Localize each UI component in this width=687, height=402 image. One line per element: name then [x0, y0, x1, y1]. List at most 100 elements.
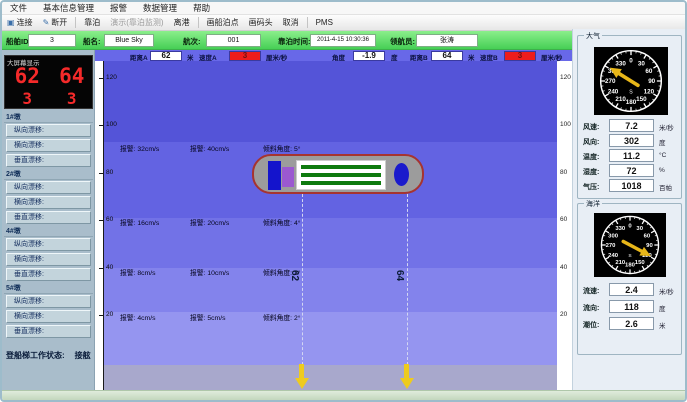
y-tick-label-right: 120 [560, 74, 572, 81]
bigscreen-display-panel: 大屏幕显示 62 64 3 3 [4, 55, 93, 109]
svg-text:210: 210 [615, 260, 626, 266]
drift-item: 横向漂移: [6, 253, 91, 266]
disconnect-icon: ✎ [43, 18, 50, 27]
pilot-field[interactable]: 张涛 [416, 34, 478, 47]
temperature-unit: °C [659, 152, 666, 159]
temperature-value: 11.2 [609, 149, 654, 162]
wind-direction-gauge: 0306090120150180210240270300330S [594, 47, 668, 115]
pilot-label: 领航员: [390, 36, 415, 47]
connect-icon: ▣ [7, 18, 15, 27]
drift-item: 垂直漂移: [6, 268, 91, 281]
dolphin-group-1-header: 1#墩 [4, 112, 93, 123]
berthing-plot: 距离A 62 米 速度A 3 厘米/秒 角度 -1.9 度 距离B 64 米 速… [95, 50, 572, 390]
svg-text:270: 270 [605, 78, 616, 85]
menu-bar: 文件 基本信息管理 报警 数据管理 帮助 [2, 2, 685, 15]
toolbar-berth-button[interactable]: 靠泊 [79, 16, 105, 29]
svg-text:330: 330 [615, 60, 626, 67]
distance-b-value: 64 [431, 51, 463, 61]
current-speed-unit: 米/秒 [659, 286, 674, 296]
current-dir-label: 流向: [583, 303, 609, 313]
sidebar: 大屏幕显示 62 64 3 3 1#墩 纵向漂移: 横向漂移: 垂直漂移: 2#… [2, 50, 95, 390]
menu-item-basic-info-mgmt[interactable]: 基本信息管理 [35, 2, 102, 14]
speed-a-value: 3 [229, 51, 261, 61]
current-dir-unit: 度 [659, 303, 666, 313]
svg-text:330: 330 [615, 226, 626, 232]
dolphin-group-5-header: 5#墩 [4, 283, 93, 294]
menu-item-alarm[interactable]: 报警 [102, 2, 135, 14]
ship-name-field[interactable]: Blue Sky [104, 34, 154, 47]
y-tick-label: 80 [106, 169, 126, 176]
svg-text:240: 240 [608, 89, 619, 96]
alarm-thresholds-line-2: 报警: 16cm/s报警: 20cm/s倾斜角度: 4° [103, 217, 543, 226]
toolbar-draw-dock-button[interactable]: 画码头 [244, 16, 278, 29]
toolbar-draw-berthpoint-button[interactable]: 画船泊点 [202, 16, 244, 29]
y-tick-label: 100 [106, 121, 126, 128]
gangway-status-label: 登船梯工作状态: [6, 351, 65, 360]
menu-item-help[interactable]: 帮助 [185, 2, 218, 14]
status-bar [2, 390, 685, 400]
svg-text:240: 240 [608, 253, 619, 259]
drift-item: 横向漂移: [6, 139, 91, 152]
toolbar-separator [75, 17, 76, 28]
svg-text:120: 120 [644, 89, 655, 96]
drift-item: 垂直漂移: [6, 211, 91, 224]
current-speed-value: 2.4 [609, 283, 654, 296]
toolbar-separator [198, 17, 199, 28]
ship-cabin-block [282, 167, 294, 187]
svg-text:S: S [629, 90, 633, 96]
cargo-stripe [301, 173, 381, 177]
pressure-unit: 百帕 [659, 182, 672, 192]
gangway-status-value: 接舷 [75, 351, 91, 360]
toolbar-disconnect-button[interactable]: ✎断开 [38, 16, 73, 29]
sensor-arrow-b [404, 364, 409, 378]
cargo-stripe [301, 181, 381, 185]
tide-level-value: 2.6 [609, 317, 654, 330]
toolbar-connect-button[interactable]: ▣连接 [2, 16, 38, 29]
y-tick-label: 120 [106, 74, 126, 81]
distance-line-b [407, 194, 408, 365]
environment-column: 大气 0306090120150180210240270300330S 风速: … [572, 29, 685, 390]
tide-level-unit: 米 [659, 320, 666, 330]
wind-dir-label: 风向: [583, 137, 609, 147]
distance-a-value: 62 [150, 51, 182, 61]
drift-item: 纵向漂移: [6, 238, 91, 251]
menu-item-data-mgmt[interactable]: 数据管理 [135, 2, 185, 14]
menu-item-file[interactable]: 文件 [2, 2, 35, 14]
alarm-thresholds-line-3: 报警: 8cm/s报警: 10cm/s倾斜角度: 3° [103, 267, 543, 276]
ship-name-label: 船名: [83, 36, 101, 47]
y-tick-label-right: 40 [560, 264, 572, 271]
ship-id-field[interactable]: 3 [28, 34, 76, 47]
berth-time-label: 靠泊时间: [278, 36, 311, 47]
humidity-unit: % [659, 167, 665, 174]
toolbar-pms-button[interactable]: PMS [311, 16, 338, 29]
svg-text:150: 150 [635, 260, 646, 266]
drift-item: 横向漂移: [6, 196, 91, 209]
svg-text:90: 90 [646, 243, 653, 249]
current-direction-gauge: 0306090120150180210240270300330S [594, 213, 666, 277]
svg-text:150: 150 [636, 96, 647, 103]
gangway-status: 登船梯工作状态: 接舷 [6, 350, 91, 361]
drift-item: 垂直漂移: [6, 154, 91, 167]
svg-text:180: 180 [626, 99, 637, 106]
measurement-row: 距离A 62 米 速度A 3 厘米/秒 角度 -1.9 度 距离B 64 米 速… [95, 50, 572, 61]
drift-item: 纵向漂移: [6, 181, 91, 194]
voyage-field[interactable]: 001 [206, 34, 261, 47]
wind-dir-value: 302 [609, 134, 654, 147]
bigscreen-distance-b: 64 [59, 64, 84, 88]
svg-text:30: 30 [636, 226, 643, 232]
berth-time-field[interactable]: 2011-4-15 10:30:36 [310, 34, 376, 47]
ocean-panel: 海洋 0306090120150180210240270300330S 流速: … [577, 203, 682, 355]
speed-b-value: 3 [504, 51, 536, 61]
weather-panel-title: 大气 [584, 31, 602, 41]
sensor-arrow-a-head [295, 378, 309, 389]
alarm-thresholds-line-1: 报警: 32cm/s报警: 40cm/s倾斜角度: 5° [103, 143, 543, 152]
drift-item: 垂直漂移: [6, 325, 91, 338]
toolbar-demo-monitor-button: 演示(靠泊监测) [105, 16, 168, 29]
pressure-label: 气压: [583, 182, 609, 192]
toolbar-cancel-button[interactable]: 取消 [278, 16, 304, 29]
sensor-arrow-b-head [400, 378, 414, 389]
drift-item: 横向漂移: [6, 310, 91, 323]
toolbar-depart-button[interactable]: 离港 [169, 16, 195, 29]
voyage-label: 航次: [183, 36, 201, 47]
svg-text:90: 90 [648, 78, 655, 85]
